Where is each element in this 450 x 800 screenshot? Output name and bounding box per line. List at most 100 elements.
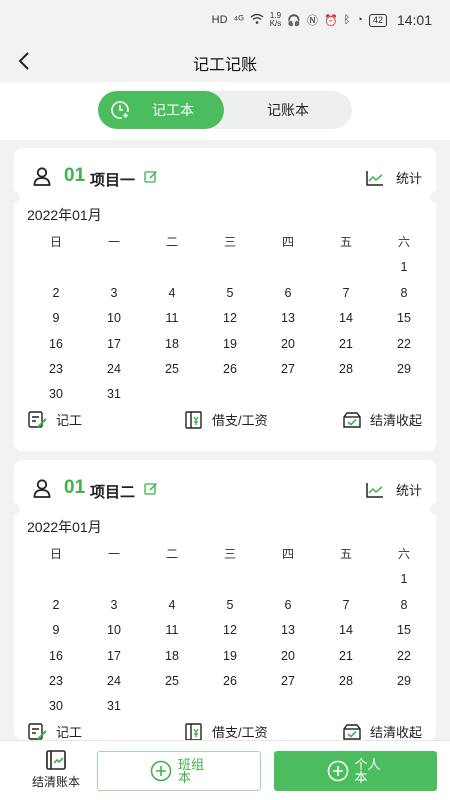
day-cell[interactable]: 26 (201, 357, 259, 382)
day-cell[interactable]: 25 (143, 669, 201, 694)
day-cell[interactable]: 7 (317, 593, 375, 618)
settle-collapse-label: 结清收起 (370, 725, 423, 740)
day-cell[interactable]: 24 (85, 669, 143, 694)
day-cell[interactable]: 21 (317, 644, 375, 669)
day-cell[interactable]: 12 (201, 618, 259, 643)
day-cell[interactable]: 8 (375, 281, 433, 306)
day-cell[interactable]: 15 (375, 306, 433, 331)
day-cell[interactable]: 6 (259, 281, 317, 306)
tab-work-book[interactable]: 记工本 (98, 91, 224, 129)
day-cell[interactable]: 1 (375, 255, 433, 280)
day-cell[interactable]: 31 (85, 694, 143, 719)
stats-button[interactable]: 统计 (366, 480, 422, 499)
calendar-grid: 日 一 二 三 四 五 六 1 2 3 4 5 6 7 8 9 10 11 12… (27, 542, 433, 720)
day-cell-empty (143, 255, 201, 280)
day-cell[interactable]: 20 (259, 332, 317, 357)
day-cell[interactable]: 19 (201, 644, 259, 669)
clock-plus-icon (111, 101, 129, 119)
day-cell[interactable]: 6 (259, 593, 317, 618)
day-cell-empty (317, 567, 375, 592)
day-cell[interactable]: 23 (27, 669, 85, 694)
week-row: 30 31 (27, 382, 433, 407)
day-cell[interactable]: 27 (259, 357, 317, 382)
day-cell[interactable]: 25 (143, 357, 201, 382)
day-cell[interactable]: 17 (85, 644, 143, 669)
week-row: 2 3 4 5 6 7 8 (27, 593, 433, 618)
settled-ledger-button[interactable]: 结清账本 (20, 749, 92, 791)
network-speed: 1.9 K/s (270, 12, 282, 28)
day-cell[interactable]: 19 (201, 332, 259, 357)
edit-icon[interactable] (144, 482, 158, 496)
team-book-button[interactable]: 班组本 (97, 751, 261, 791)
day-cell[interactable]: 9 (27, 306, 85, 331)
loan-wage-label: 借支/工资 (212, 413, 268, 428)
day-cell-empty (259, 255, 317, 280)
day-cell-empty (259, 382, 317, 407)
day-cell[interactable]: 26 (201, 669, 259, 694)
day-cell[interactable]: 28 (317, 669, 375, 694)
day-cell[interactable]: 21 (317, 332, 375, 357)
day-cell[interactable]: 20 (259, 644, 317, 669)
day-cell[interactable]: 11 (143, 306, 201, 331)
day-cell[interactable]: 27 (259, 669, 317, 694)
day-cell[interactable]: 13 (259, 618, 317, 643)
record-work-label: 记工 (56, 725, 83, 740)
day-cell[interactable]: 18 (143, 332, 201, 357)
day-cell[interactable]: 8 (375, 593, 433, 618)
status-bar: HD ⁴ᴳ 1.9 K/s 🎧 Ⓝ ⏰ ᛒ ◔ 42 14:01 (0, 0, 450, 40)
record-work-button[interactable]: 记工 (28, 410, 82, 429)
day-cell[interactable]: 24 (85, 357, 143, 382)
day-cell[interactable]: 16 (27, 332, 85, 357)
day-cell[interactable]: 28 (317, 357, 375, 382)
settle-collapse-button[interactable]: 结清收起 (342, 410, 422, 429)
day-cell[interactable]: 23 (27, 357, 85, 382)
loan-wage-button[interactable]: 借支/工资 (184, 722, 268, 740)
day-cell[interactable]: 11 (143, 618, 201, 643)
day-cell[interactable]: 5 (201, 593, 259, 618)
day-cell[interactable]: 17 (85, 332, 143, 357)
day-cell[interactable]: 18 (143, 644, 201, 669)
day-cell[interactable]: 9 (27, 618, 85, 643)
day-cell[interactable]: 30 (27, 382, 85, 407)
speed-unit: K/s (269, 19, 282, 28)
stats-button[interactable]: 统计 (366, 168, 422, 187)
day-cell[interactable]: 14 (317, 618, 375, 643)
day-cell[interactable]: 14 (317, 306, 375, 331)
project-number: 01 (64, 477, 86, 498)
day-cell[interactable]: 5 (201, 281, 259, 306)
day-cell[interactable]: 4 (143, 281, 201, 306)
day-cell[interactable]: 29 (375, 357, 433, 382)
day-cell[interactable]: 1 (375, 567, 433, 592)
ledger-icon (185, 722, 202, 740)
loan-wage-button[interactable]: 借支/工资 (184, 410, 268, 429)
day-cell[interactable]: 16 (27, 644, 85, 669)
day-cell[interactable]: 30 (27, 694, 85, 719)
stats-label: 统计 (395, 483, 422, 498)
day-cell[interactable]: 10 (85, 306, 143, 331)
settle-collapse-button[interactable]: 结清收起 (342, 722, 422, 740)
day-cell[interactable]: 2 (27, 593, 85, 618)
day-cell[interactable]: 31 (85, 382, 143, 407)
day-cell-empty (259, 567, 317, 592)
team-book-label: 班组本 (178, 757, 205, 785)
day-cell[interactable]: 29 (375, 669, 433, 694)
day-cell[interactable]: 3 (85, 593, 143, 618)
day-cell[interactable]: 10 (85, 618, 143, 643)
day-cell[interactable]: 15 (375, 618, 433, 643)
day-cell[interactable]: 22 (375, 332, 433, 357)
edit-icon[interactable] (144, 170, 158, 184)
weekday-row: 日 一 二 三 四 五 六 (27, 230, 433, 255)
tab-account-book[interactable]: 记账本 (224, 91, 352, 129)
weekday-label: 一 (107, 235, 120, 249)
day-cell[interactable]: 3 (85, 281, 143, 306)
day-cell[interactable]: 13 (259, 306, 317, 331)
record-work-button[interactable]: 记工 (28, 722, 82, 740)
personal-book-button[interactable]: 个人本 (274, 751, 437, 791)
day-cell[interactable]: 4 (143, 593, 201, 618)
day-cell[interactable]: 22 (375, 644, 433, 669)
day-cell[interactable]: 7 (317, 281, 375, 306)
day-cell[interactable]: 2 (27, 281, 85, 306)
book-switch: 记工本 记账本 (98, 91, 352, 129)
day-cell[interactable]: 12 (201, 306, 259, 331)
day-cell-empty (85, 255, 143, 280)
